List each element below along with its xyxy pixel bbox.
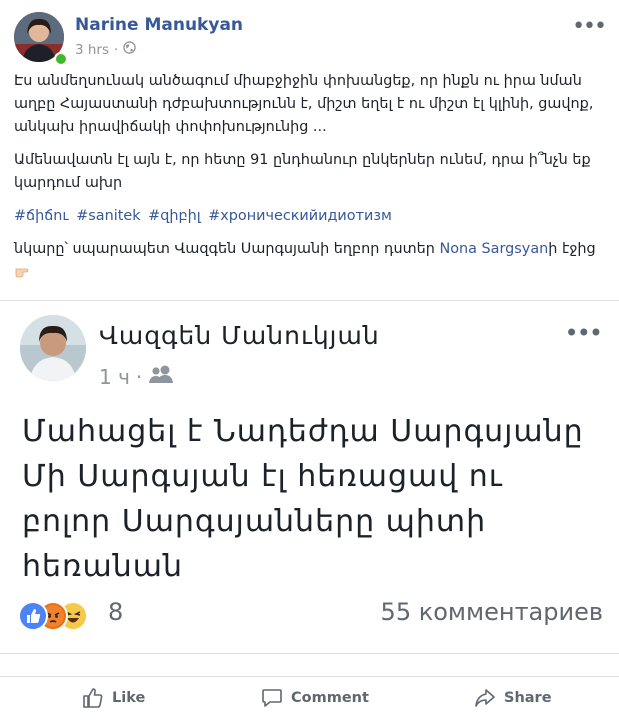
- shared-options-icon: •••: [564, 319, 603, 347]
- post-action-bar: Like Comment Share: [0, 676, 619, 721]
- hashtag-link[interactable]: #ճիճու: [14, 208, 69, 224]
- meta-separator: ·: [114, 41, 119, 58]
- caption-suffix: ի էջից: [548, 241, 596, 257]
- comment-button[interactable]: Comment: [261, 687, 369, 709]
- hashtag-link[interactable]: #զիբիլ: [148, 208, 200, 224]
- shared-meta-separator: ·: [135, 364, 143, 389]
- like-reaction-icon: [18, 601, 48, 631]
- mention-link[interactable]: Nona Sargsyan: [439, 241, 548, 257]
- post-timestamp[interactable]: 3 hrs: [75, 42, 109, 58]
- author-name-link[interactable]: Narine Manukyan: [75, 15, 243, 35]
- share-label: Share: [504, 690, 552, 706]
- post-paragraph-1: Էս անմեղսունակ անծագում միաբջիջին փոխանց…: [14, 73, 594, 135]
- hashtag-link[interactable]: #хроническийидиотизм: [208, 208, 392, 224]
- friends-icon: [148, 364, 174, 389]
- post-options-icon[interactable]: •••: [572, 14, 607, 39]
- shared-line: հեռանան: [22, 549, 183, 584]
- shared-post-image[interactable]: Վազգեն Մանուկյան 1 ч · ••• Մահացել է Նադ…: [0, 300, 619, 654]
- shared-author-name: Վազգեն Մանուկյան: [99, 321, 380, 350]
- shared-line: բոլոր Սարգսյանները պիտի: [22, 504, 487, 539]
- globe-icon[interactable]: [123, 41, 137, 58]
- comment-count: 55 комментариев: [380, 598, 603, 626]
- post-body: Էս անմեղսունակ անծագում միաբջիջին փոխանց…: [14, 70, 606, 294]
- shared-author-avatar: [20, 315, 86, 381]
- share-button[interactable]: Share: [474, 687, 552, 709]
- thumbs-up-icon: [83, 688, 103, 708]
- shared-meta: 1 ч ·: [99, 364, 174, 389]
- shared-line: Մի Սարգսյան էլ հեռացավ ու: [22, 459, 503, 494]
- hashtag-link[interactable]: #sanitek: [76, 208, 140, 224]
- like-label: Like: [112, 690, 146, 706]
- like-button[interactable]: Like: [82, 687, 145, 709]
- hashtag-list: #ճիճու #sanitek #զիբիլ #хроническийидиот…: [14, 205, 606, 228]
- caption-prefix: նկարը՝ սպարապետ Վազգեն Սարգսյանի եղբոր դ…: [14, 241, 440, 257]
- post-header: Narine Manukyan 3 hrs · •••: [12, 10, 607, 66]
- shared-post-text: Մահացել է Նադեժդա Սարգսյանը Մի Սարգսյան …: [22, 409, 602, 589]
- post-meta: 3 hrs ·: [75, 41, 137, 58]
- comment-label: Comment: [291, 690, 369, 706]
- post-paragraph-2: Ամենավատն էլ այն է, որ հետը 91 ընդհանուր…: [14, 152, 591, 191]
- shared-line: Մահացել է Նադեժդա Սարգսյանը: [22, 414, 584, 449]
- shared-reactions-row: 8 55 комментариев: [18, 597, 603, 633]
- share-icon: [475, 689, 495, 707]
- shared-timestamp: 1 ч: [99, 364, 130, 389]
- photo-caption: նկարը՝ սպարապետ Վազգեն Սարգսյանի եղբոր դ…: [14, 238, 606, 284]
- online-status-dot: [54, 52, 68, 66]
- comment-icon: [262, 689, 282, 707]
- pointing-hand-emoji-icon: [14, 264, 32, 280]
- reaction-count: 8: [108, 598, 124, 626]
